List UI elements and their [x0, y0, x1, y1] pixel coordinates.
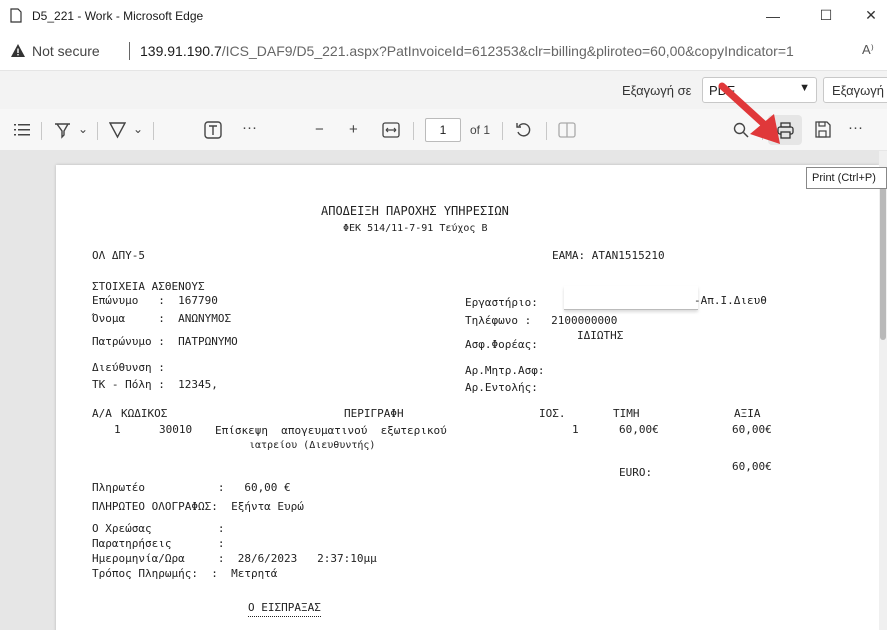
more-options-icon[interactable]: ··· [848, 119, 863, 136]
page-total: of 1 [470, 123, 491, 137]
order-number-field: Αρ.Εντολής: [465, 381, 538, 394]
column-code: ΚΩΔΙΚΟΣ [121, 407, 168, 420]
minimize-button[interactable]: — [750, 0, 796, 31]
save-icon[interactable] [814, 121, 831, 138]
chevron-down-icon[interactable]: ⌄ [133, 122, 143, 136]
zoom-out-button[interactable]: − [315, 121, 324, 138]
window-title: D5_221 - Work - Microsoft Edge [32, 9, 204, 23]
fit-width-icon[interactable] [382, 122, 400, 138]
column-price: ΤΙΜΗ [613, 407, 640, 420]
euro-label: EURO: [619, 466, 653, 479]
url-host: 139.91.190.7 [140, 43, 222, 59]
document-subtitle: ΦΕΚ 514/11-7-91 Τεύχος Β [343, 223, 488, 234]
highlight-icon[interactable] [54, 122, 71, 139]
close-button[interactable]: ✕ [848, 0, 887, 31]
toolbar-divider [97, 122, 98, 140]
surname-field: Επώνυμο : 167790 [92, 294, 218, 307]
row-price: 60,00€ [619, 423, 659, 436]
title-bar: D5_221 - Work - Microsoft Edge — ☐ ✕ [0, 0, 887, 31]
page-view-icon[interactable] [558, 122, 576, 138]
address-bar[interactable]: Not secure 139.91.190.7/ICS_DAF9/D5_221.… [0, 31, 887, 71]
payment-method-field: Τρόπος Πληρωμής: : Μετρητά [92, 567, 278, 580]
insurance-number-field: Αρ.Μητρ.Ασφ: [465, 364, 545, 377]
patient-section-title: ΣΤΟΙΧΕΙΑ ΑΣΘΕΝΟΥΣ [92, 280, 205, 293]
draw-icon[interactable] [109, 121, 126, 139]
scrollbar-thumb[interactable] [880, 180, 886, 340]
patronymic-field: Πατρώνυμο : ΠΑΤΡΩΝΥΜΟ [92, 335, 238, 348]
page-icon [10, 8, 22, 23]
page-number-input[interactable]: 1 [425, 118, 461, 142]
maximize-button[interactable]: ☐ [803, 0, 849, 31]
name-field: Όνομα : ΑΝΩΝΥΜΟΣ [92, 312, 232, 325]
read-aloud-icon[interactable]: A⁾ [862, 42, 874, 58]
document-title: ΑΠΟΔΕΙΞΗ ΠΑΡΟΧΗΣ ΥΠΗΡΕΣΙΩΝ [321, 204, 509, 218]
more-tools-icon[interactable]: ··· [242, 119, 257, 136]
row-description-line2: ιατρείου (Διευθυντής) [249, 440, 376, 451]
chevron-down-icon: ▼ [799, 82, 810, 94]
postcode-field: ΤΚ - Πόλη : 12345, [92, 378, 218, 391]
rotate-icon[interactable] [515, 121, 533, 139]
euro-total: 60,00€ [732, 460, 772, 473]
row-quantity: 1 [572, 423, 579, 436]
export-button[interactable]: Εξαγωγή [823, 77, 887, 103]
toolbar-divider [413, 122, 414, 140]
toolbar-divider [546, 122, 547, 140]
export-label: Εξαγωγή σε [622, 83, 692, 98]
chevron-down-icon[interactable]: ⌄ [78, 122, 88, 136]
row-code: 30010 [159, 423, 193, 436]
column-quantity: ΙΟΣ. [539, 407, 566, 420]
column-value: ΑΞΙΑ [734, 407, 761, 420]
pdf-page: ΑΠΟΔΕΙΞΗ ΠΑΡΟΧΗΣ ΥΠΗΡΕΣΙΩΝ ΦΕΚ 514/11-7-… [56, 165, 879, 630]
payable-words-field: ΠΛΗΡΩΤΕΟ ΟΛΟΓΡΑΦΩΣ: Εξήντα Ευρώ [92, 500, 304, 513]
cashier-signature-label: Ο ΕΙΣΠΡΑΞΑΣ [248, 601, 321, 617]
redacted-lab-field [564, 286, 698, 310]
insurer-value: ΙΔΙΩΤΗΣ [577, 329, 624, 342]
payable-field: Πληρωτέο : 60,00 € [92, 481, 291, 494]
address-divider [129, 42, 130, 60]
toolbar-divider [153, 122, 154, 140]
insurer-label: Ασφ.Φορέας: [465, 338, 538, 351]
warning-icon[interactable] [10, 43, 26, 59]
url-text[interactable]: 139.91.190.7/ICS_DAF9/D5_221.aspx?PatInv… [140, 43, 794, 59]
security-status[interactable]: Not secure [32, 43, 100, 59]
phone-field: Τηλέφωνο : 2100000000 [465, 314, 618, 327]
column-aa: Α/Α [92, 407, 112, 420]
toolbar-divider [502, 122, 503, 140]
row-description-line1: Επίσκεψη απογευματινού εξωτερικού [215, 424, 447, 437]
remarks-field: Παρατηρήσεις : [92, 537, 225, 550]
row-value: 60,00€ [732, 423, 772, 436]
column-description: ΠΕΡΙΓΡΑΦΗ [344, 407, 404, 420]
toolbar-divider [41, 122, 42, 140]
contents-icon[interactable] [14, 123, 30, 137]
datetime-field: Ημερομηνία/Ωρα : 28/6/2023 2:37:10μμ [92, 552, 377, 565]
eama-label: ΕΑΜΑ: ΑΤΑΝ1515210 [552, 249, 665, 262]
print-tooltip: Print (Ctrl+P) [806, 167, 887, 189]
lab-value: -Απ.Ι.Διευθ [694, 294, 767, 307]
zoom-in-button[interactable]: + [349, 121, 358, 138]
red-arrow-annotation [718, 82, 780, 144]
org-label: ΟΛ ΔΠΥ-5 [92, 249, 145, 262]
pdf-viewer[interactable]: ΑΠΟΔΕΙΞΗ ΠΑΡΟΧΗΣ ΥΠΗΡΕΣΙΩΝ ΦΕΚ 514/11-7-… [0, 151, 887, 630]
url-path: /ICS_DAF9/D5_221.aspx?PatInvoiceId=61235… [221, 43, 794, 59]
debtor-field: Ο Χρεώσας : [92, 522, 225, 535]
lab-label: Εργαστήριο: [465, 296, 538, 309]
row-aa: 1 [114, 423, 121, 436]
text-icon[interactable] [204, 121, 222, 139]
address-field: Διεύθυνση : [92, 361, 165, 374]
